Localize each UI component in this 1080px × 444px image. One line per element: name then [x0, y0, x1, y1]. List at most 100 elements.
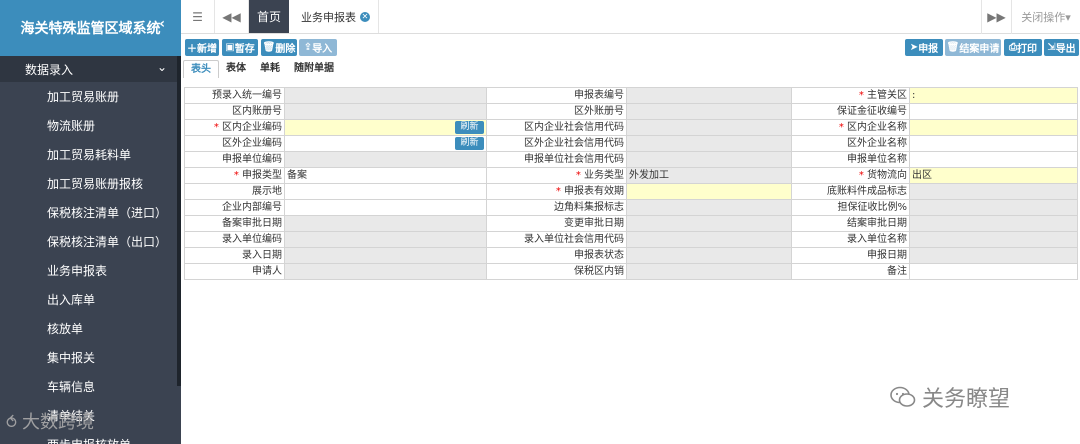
sidebar-item[interactable]: 业务申报表 — [0, 256, 181, 285]
field-input[interactable] — [626, 151, 792, 168]
field-input[interactable] — [909, 103, 1078, 120]
field-input[interactable] — [626, 103, 792, 120]
sidebar-item[interactable]: 物流账册 — [0, 111, 181, 140]
close-operations-dropdown[interactable]: 关闭操作▾ — [1011, 0, 1080, 34]
field-input[interactable] — [626, 199, 792, 216]
field-input[interactable] — [284, 183, 487, 200]
declare-button[interactable]: ➤ 申报 — [905, 39, 943, 56]
field-input[interactable]: 外发加工 — [626, 167, 792, 184]
export-button[interactable]: ⇲ 导出 — [1044, 39, 1079, 56]
sidebar-item[interactable]: 核放单 — [0, 314, 181, 343]
subtab-header[interactable]: 表头 — [183, 60, 219, 78]
field-input[interactable] — [284, 263, 487, 280]
field-label: 区内账册号 — [184, 103, 285, 120]
field-input[interactable] — [909, 199, 1078, 216]
field-input[interactable]: : — [909, 87, 1078, 104]
field-label-text: 变更审批日期 — [564, 217, 624, 229]
field-label: 区外企业编码 — [184, 135, 285, 152]
field-label: 录入单位社会信用代码 — [486, 231, 627, 248]
sidebar-item[interactable]: 车辆信息 — [0, 372, 181, 401]
field-label: 企业内部编号 — [184, 199, 285, 216]
field-input[interactable]: 备案 — [284, 167, 487, 184]
field-label-text: 申报日期 — [867, 249, 907, 261]
field-label-text: 录入单位社会信用代码 — [524, 233, 624, 245]
field-input[interactable]: 刷新 — [284, 119, 487, 136]
field-input[interactable] — [284, 199, 487, 216]
field-input[interactable] — [909, 263, 1078, 280]
subtab-attachments[interactable]: 随附单据 — [287, 60, 341, 78]
field-label-text: 申报单位编码 — [222, 153, 282, 165]
field-label: 申请人 — [184, 263, 285, 280]
send-icon: ➤ — [909, 42, 919, 53]
field-input[interactable] — [626, 215, 792, 232]
field-label: 变更审批日期 — [486, 215, 627, 232]
logo-icon: ⥀ — [6, 413, 23, 432]
field-input[interactable] — [284, 151, 487, 168]
field-input[interactable] — [909, 135, 1078, 152]
form-row: 备案审批日期 变更审批日期 结案审批日期 — [184, 215, 1078, 232]
subtab-body[interactable]: 表体 — [219, 60, 253, 78]
field-input[interactable] — [909, 151, 1078, 168]
required-mark: * — [575, 169, 584, 181]
field-input[interactable] — [284, 87, 487, 104]
form-row: 区内账册号 区外账册号 保证金征收编号 — [184, 103, 1078, 120]
delete-button[interactable]: 🗑 删除 — [261, 39, 297, 56]
required-mark: * — [213, 121, 222, 133]
field-label: 录入单位名称 — [791, 231, 910, 248]
field-label-text: 底账料件成品标志 — [827, 185, 907, 197]
sidebar-item[interactable]: 出入库单 — [0, 285, 181, 314]
tab-prev-icon[interactable]: ◀◀ — [215, 0, 249, 33]
field-input[interactable] — [284, 231, 487, 248]
field-label-text: 备注 — [887, 265, 907, 277]
field-input[interactable]: 刷新 — [284, 135, 487, 152]
field-label: * 业务类型 — [486, 167, 627, 184]
field-input[interactable] — [626, 135, 792, 152]
field-input[interactable] — [909, 119, 1078, 136]
import-button[interactable]: ⇪ 导入 — [299, 39, 337, 56]
field-input[interactable] — [626, 231, 792, 248]
tab-business-declaration[interactable]: 业务申报表 ✕ — [289, 0, 379, 33]
field-input[interactable] — [909, 231, 1078, 248]
sidebar-item[interactable]: 保税核注清单（进口） — [0, 198, 181, 227]
field-input[interactable] — [626, 183, 792, 200]
save-draft-button[interactable]: ▣ 暂存 — [222, 39, 258, 56]
field-input[interactable] — [284, 247, 487, 264]
field-input[interactable] — [284, 103, 487, 120]
sidebar-item[interactable]: 集中报关 — [0, 343, 181, 372]
save-draft-label: 暂存 — [234, 44, 255, 55]
field-label-text: 主管关区 — [867, 89, 907, 101]
sidebar-item[interactable]: 加工贸易账册报核 — [0, 169, 181, 198]
delete-label: 删除 — [275, 44, 296, 55]
menu-group-data-entry[interactable]: 数据录入 ⌄ — [0, 56, 181, 82]
refresh-button[interactable]: 刷新 — [455, 137, 484, 150]
subtab-consumption[interactable]: 单耗 — [253, 60, 287, 78]
field-input[interactable] — [626, 263, 792, 280]
add-button[interactable]: ＋新增 — [185, 39, 219, 56]
tab-bar: ☰ ◀◀ 首页 业务申报表 ✕ ▶▶ 关闭操作▾ — [181, 0, 1080, 34]
sidebar-item[interactable]: 保税核注清单（出口） — [0, 227, 181, 256]
menu-toggle-icon[interactable]: ☰ — [181, 0, 215, 33]
field-input[interactable] — [909, 215, 1078, 232]
required-mark: * — [858, 169, 867, 181]
field-input[interactable] — [626, 247, 792, 264]
field-input[interactable] — [626, 87, 792, 104]
tab-next-icon[interactable]: ▶▶ — [981, 0, 1011, 34]
sidebar-item[interactable]: 加工贸易账册 — [0, 82, 181, 111]
chevron-left-icon[interactable]: ‹ — [159, 16, 165, 32]
close-icon[interactable]: ✕ — [360, 11, 370, 22]
close-case-button[interactable]: 🗑 结案申请 — [945, 39, 1001, 56]
print-button[interactable]: ⎙ 打印 — [1004, 39, 1042, 56]
field-input[interactable] — [909, 247, 1078, 264]
refresh-button[interactable]: 刷新 — [455, 121, 484, 134]
field-input[interactable] — [284, 215, 487, 232]
app-header: 海关特殊监管区域系统 ‹ — [0, 0, 181, 56]
field-label-text: 区外企业编码 — [222, 137, 282, 149]
sidebar-item[interactable]: 加工贸易耗料单 — [0, 140, 181, 169]
field-label: 保证金征收编号 — [791, 103, 910, 120]
field-input[interactable]: 出区 — [909, 167, 1078, 184]
form-row: 录入日期 申报表状态 申报日期 — [184, 247, 1078, 264]
field-input[interactable] — [626, 119, 792, 136]
tab-home[interactable]: 首页 — [249, 0, 289, 33]
import-icon: ⇪ — [303, 42, 313, 53]
field-input[interactable] — [909, 183, 1078, 200]
